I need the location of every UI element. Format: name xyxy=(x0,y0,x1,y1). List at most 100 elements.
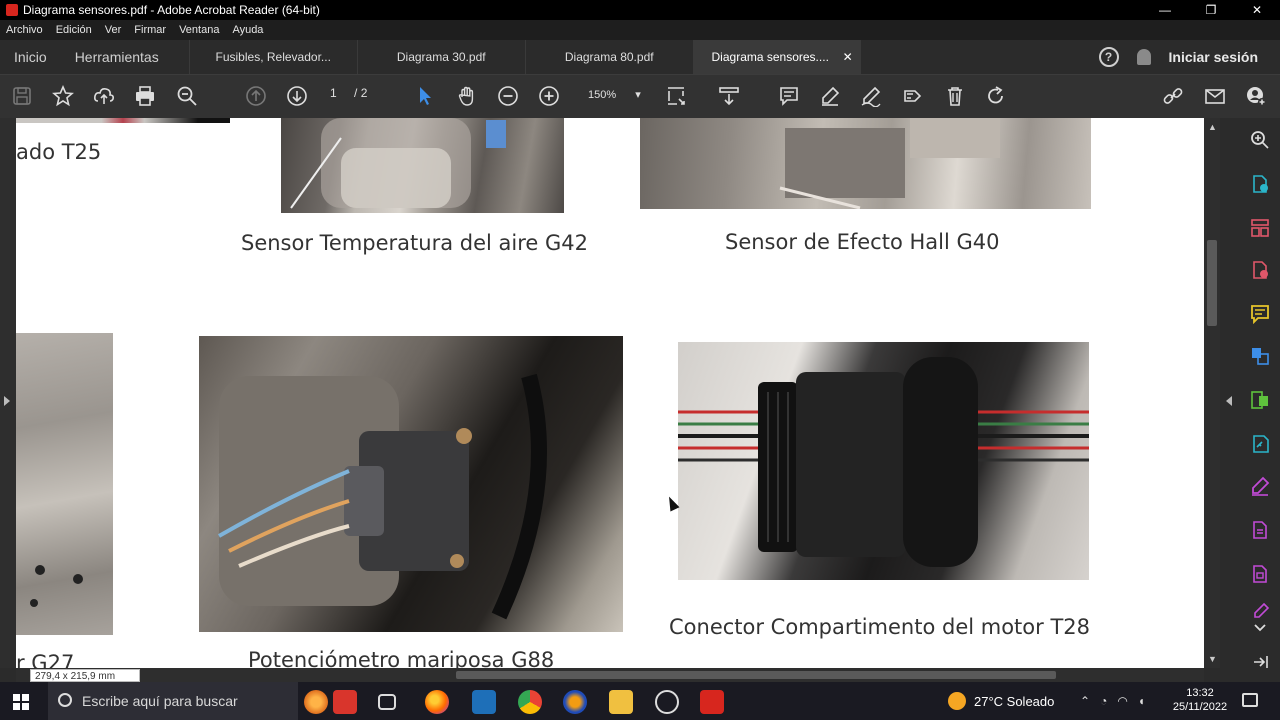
tab-bar: Inicio Herramientas Fusibles, Relevador.… xyxy=(0,40,1280,74)
more-tools-icon[interactable] xyxy=(1250,564,1270,584)
doc-tab-label: Diagrama 80.pdf xyxy=(564,50,654,64)
left-panel-toggle[interactable] xyxy=(0,118,16,668)
volume-icon[interactable]: ◖ xyxy=(1138,694,1145,708)
zoom-search-icon[interactable] xyxy=(175,84,199,108)
clock-date: 25/11/2022 xyxy=(1172,701,1228,713)
combine-files-icon[interactable] xyxy=(1250,346,1270,366)
horizontal-scrollbar[interactable] xyxy=(16,668,1204,682)
scroll-down-icon[interactable]: ▼ xyxy=(1208,654,1217,664)
weather-widget[interactable]: 27°C Soleado xyxy=(948,692,1054,710)
add-user-icon[interactable] xyxy=(1244,84,1268,108)
export-pdf-icon[interactable] xyxy=(1250,174,1270,194)
maximize-button[interactable]: ❐ xyxy=(1188,0,1234,20)
hand-tool-icon[interactable] xyxy=(455,84,479,108)
menu-archivo[interactable]: Archivo xyxy=(6,24,43,36)
zoom-value: 150% xyxy=(588,89,617,101)
menu-ayuda[interactable]: Ayuda xyxy=(232,24,263,36)
page-total: / 2 xyxy=(354,86,368,100)
tab-spacer xyxy=(861,40,1099,74)
trash-icon[interactable] xyxy=(943,84,967,108)
zoom-panel-icon[interactable] xyxy=(1250,130,1270,150)
obs-icon[interactable] xyxy=(655,690,679,714)
collapse-tools-icon[interactable] xyxy=(1250,652,1270,672)
vertical-scroll-thumb[interactable] xyxy=(1207,240,1217,326)
connector-drawing xyxy=(678,357,1089,567)
menu-ventana[interactable]: Ventana xyxy=(179,24,219,36)
redo-icon[interactable] xyxy=(984,84,1008,108)
chevron-down-icon[interactable] xyxy=(1250,618,1270,638)
potentiometer-drawing xyxy=(218,373,547,620)
doc-tab-fusibles[interactable]: Fusibles, Relevador... xyxy=(188,40,357,74)
mail-icon[interactable] xyxy=(1203,84,1227,108)
system-tray: ⌃ ◔ ◠ ◖ xyxy=(1080,694,1145,708)
alarm-clock-app-icon[interactable] xyxy=(304,690,328,714)
hall-sensor-drawing xyxy=(779,118,1000,209)
caption-g88: Potenciómetro mariposa G88 xyxy=(248,648,555,668)
taskbar-search-box[interactable]: Escribe aquí para buscar xyxy=(48,682,298,720)
browser-app-icon[interactable] xyxy=(563,690,587,714)
comment-icon[interactable] xyxy=(777,84,801,108)
task-view-icon[interactable] xyxy=(378,694,396,710)
gift-app-icon[interactable] xyxy=(333,690,357,714)
chevron-up-icon[interactable]: ⌃ xyxy=(1080,694,1090,708)
collapse-right-panel-icon[interactable] xyxy=(1226,396,1232,406)
bell-icon[interactable] xyxy=(1136,49,1151,65)
tab-inicio[interactable]: Inicio xyxy=(0,40,61,74)
protect-pdf-icon[interactable] xyxy=(1250,520,1270,540)
zoom-out-icon[interactable] xyxy=(496,84,520,108)
windows-start-icon[interactable] xyxy=(13,694,29,710)
photo-sensor-temperatura xyxy=(281,118,564,213)
expand-left-icon xyxy=(4,396,10,406)
doc-tab-diagrama-sensores[interactable]: Diagrama sensores.... ✕ xyxy=(692,40,861,74)
previous-page-icon[interactable] xyxy=(244,84,268,108)
highlight-pen-icon[interactable] xyxy=(818,84,842,108)
save-icon[interactable] xyxy=(10,84,34,108)
zoom-in-icon[interactable] xyxy=(537,84,561,108)
fill-sign-icon[interactable] xyxy=(1250,476,1270,496)
network-icon[interactable]: ◔ xyxy=(1100,694,1107,708)
fit-page-icon[interactable] xyxy=(664,84,688,108)
page-number-input[interactable]: 1 xyxy=(330,86,337,100)
file-explorer-icon[interactable] xyxy=(609,690,633,714)
sun-icon xyxy=(948,692,966,710)
stamp-icon[interactable] xyxy=(900,84,924,108)
menu-edicion[interactable]: Edición xyxy=(56,24,92,36)
acrobat-taskbar-icon[interactable] xyxy=(700,690,724,714)
help-icon[interactable]: ? xyxy=(1098,47,1119,67)
doc-tab-label: Diagrama 30.pdf xyxy=(396,50,486,64)
store-icon[interactable] xyxy=(472,690,496,714)
scroll-up-icon[interactable]: ▲ xyxy=(1208,122,1217,132)
notification-icon[interactable] xyxy=(1242,693,1258,707)
taskbar-clock[interactable]: 13:32 25/11/2022 xyxy=(1168,686,1232,714)
next-page-icon[interactable] xyxy=(285,84,309,108)
zoom-dropdown[interactable]: 150% ▾ xyxy=(588,88,641,101)
close-tab-icon[interactable]: ✕ xyxy=(843,50,853,64)
vertical-scrollbar[interactable]: ▲ ▼ xyxy=(1204,118,1220,668)
star-icon[interactable] xyxy=(51,84,75,108)
comment-panel-icon[interactable] xyxy=(1250,304,1270,324)
tab-herramientas[interactable]: Herramientas xyxy=(61,40,189,74)
minimize-button[interactable]: — xyxy=(1142,0,1188,20)
close-window-button[interactable]: ✕ xyxy=(1234,0,1280,20)
wifi-icon[interactable]: ◠ xyxy=(1117,694,1127,708)
firefox-icon[interactable] xyxy=(425,690,449,714)
chrome-icon[interactable] xyxy=(518,690,542,714)
draw-sign-icon[interactable] xyxy=(859,84,883,108)
weather-text: 27°C Soleado xyxy=(974,693,1055,709)
share-link-icon[interactable] xyxy=(1161,84,1185,108)
right-tools-panel xyxy=(1220,118,1280,682)
create-pdf-icon[interactable] xyxy=(1250,260,1270,280)
menu-firmar[interactable]: Firmar xyxy=(134,24,166,36)
edit-pdf-icon[interactable] xyxy=(1250,434,1270,454)
compress-pdf-icon[interactable] xyxy=(1250,390,1270,410)
doc-tab-diagrama-30[interactable]: Diagrama 30.pdf xyxy=(356,40,525,74)
signin-button[interactable]: Iniciar sesión xyxy=(1169,49,1258,65)
organize-pages-icon[interactable] xyxy=(1250,218,1270,238)
print-icon[interactable] xyxy=(133,84,157,108)
scroll-mode-icon[interactable] xyxy=(717,84,741,108)
cloud-upload-icon[interactable] xyxy=(92,84,116,108)
menu-ver[interactable]: Ver xyxy=(105,24,122,36)
select-cursor-icon[interactable] xyxy=(413,84,437,108)
doc-tab-diagrama-80[interactable]: Diagrama 80.pdf xyxy=(524,40,693,74)
horizontal-scroll-thumb[interactable] xyxy=(456,671,1056,679)
